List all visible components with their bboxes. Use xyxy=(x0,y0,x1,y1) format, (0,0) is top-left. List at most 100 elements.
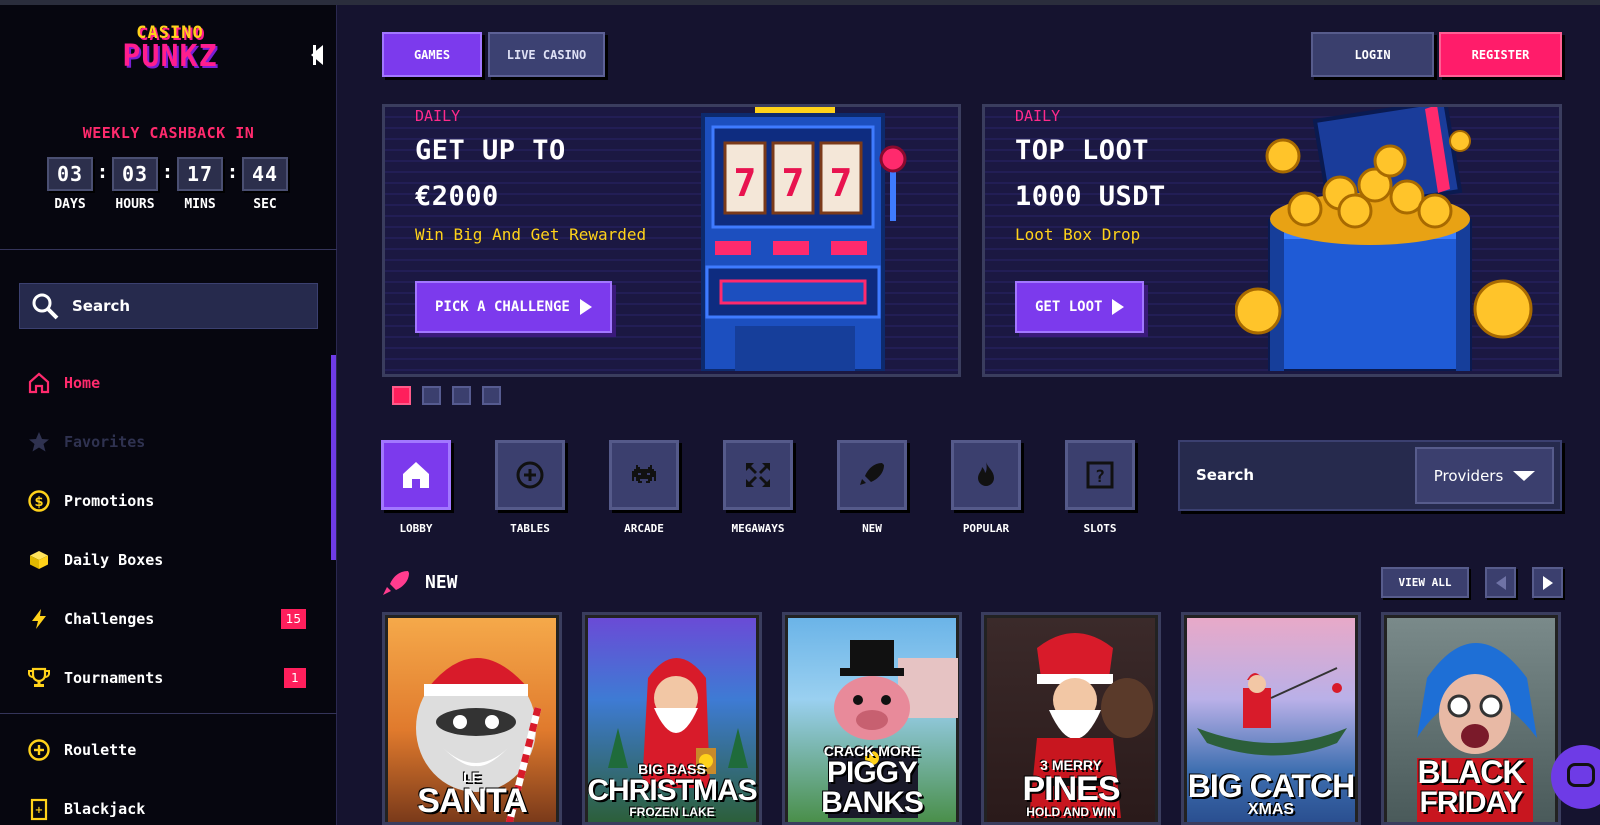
arrow-right-icon xyxy=(1542,575,1553,590)
cta-label: GET LOOT xyxy=(1035,299,1103,315)
carousel-dot-4[interactable] xyxy=(482,386,501,405)
promo-banner-loot[interactable]: DAILY TOP LOOT 1000 USDT Loot Box Drop G… xyxy=(982,104,1562,377)
category-tables[interactable]: TABLES xyxy=(495,440,565,535)
loot-chest-illustration xyxy=(1235,107,1533,371)
game-search-bar[interactable]: Search Providers xyxy=(1178,440,1562,511)
sidebar-search[interactable]: Search xyxy=(19,283,318,329)
category-lobby[interactable]: LOBBY xyxy=(381,440,451,535)
category-arcade[interactable]: ARCADE xyxy=(609,440,679,535)
hours-label: HOURS xyxy=(115,197,155,212)
game-search-label: Search xyxy=(1196,466,1255,484)
play-arrow-icon xyxy=(579,299,592,315)
game-tile[interactable]: BLACK FRIDAY xyxy=(1381,612,1561,825)
game-tile[interactable]: BIG CATCH XMAS xyxy=(1181,612,1361,825)
pick-challenge-button[interactable]: PICK A CHALLENGE xyxy=(415,281,612,333)
rocket-icon xyxy=(383,571,409,595)
game-tile[interactable]: LE SANTA xyxy=(382,612,562,825)
banner-tag: DAILY xyxy=(415,107,461,125)
sidebar-item-label: Favorites xyxy=(64,433,146,451)
category-label: NEW xyxy=(862,522,882,535)
carousel-dot-2[interactable] xyxy=(422,386,441,405)
category-label: LOBBY xyxy=(399,522,433,535)
sidebar-item-label: Home xyxy=(64,374,101,392)
space-invader-icon xyxy=(632,465,656,483)
blackjack-icon: + xyxy=(26,796,52,822)
home-icon xyxy=(26,370,52,396)
chat-bubble-icon xyxy=(1567,763,1595,787)
sidebar-item-challenges[interactable]: Challenges 15 xyxy=(26,605,306,633)
banner-subtitle: Win Big And Get Rewarded xyxy=(415,225,647,244)
promo-banner-challenge[interactable]: DAILY GET UP TO €2000 Win Big And Get Re… xyxy=(382,104,961,377)
register-button[interactable]: REGISTER xyxy=(1439,32,1562,77)
game-title-sub: HOLD AND WIN xyxy=(1026,805,1116,819)
banner-title: TOP LOOT xyxy=(1015,135,1150,166)
sidebar-divider xyxy=(0,713,337,714)
star-icon xyxy=(26,429,52,455)
category-popular[interactable]: POPULAR xyxy=(951,440,1021,535)
category-new[interactable]: NEW xyxy=(837,440,907,535)
previous-button[interactable] xyxy=(1485,567,1516,598)
sidebar-item-tournaments[interactable]: Tournaments 1 xyxy=(26,664,306,692)
sidebar-item-label: Blackjack xyxy=(64,800,146,818)
svg-text:7: 7 xyxy=(830,161,853,205)
sidebar: CASINO PUNKZ WEEKLY CASHBACK IN 03 DAYS :… xyxy=(0,5,337,825)
category-label: TABLES xyxy=(510,522,550,535)
providers-dropdown[interactable]: Providers xyxy=(1415,447,1554,504)
sidebar-scrollbar[interactable] xyxy=(331,355,336,560)
carousel-dot-1[interactable] xyxy=(392,386,411,405)
house-icon xyxy=(403,462,429,488)
collapse-sidebar-icon[interactable] xyxy=(311,45,323,65)
sidebar-item-home[interactable]: Home xyxy=(26,369,306,397)
tab-games[interactable]: GAMES xyxy=(382,32,482,77)
sidebar-item-daily-boxes[interactable]: Daily Boxes xyxy=(26,546,306,574)
sidebar-item-blackjack[interactable]: + Blackjack xyxy=(26,795,306,823)
banner-subtitle: Loot Box Drop xyxy=(1015,225,1141,244)
game-tile[interactable]: CRACK MORE PIGGY BANKS xyxy=(782,612,962,825)
game-title: CRACK MORE PIGGY BANKS xyxy=(785,744,959,818)
mins-value: 17 xyxy=(177,157,223,191)
game-tile[interactable]: 3 MERRY PINES HOLD AND WIN xyxy=(981,612,1161,825)
days-value: 03 xyxy=(47,157,93,191)
providers-label: Providers xyxy=(1433,466,1504,485)
challenges-count-badge: 15 xyxy=(280,609,306,629)
section-title-new: NEW xyxy=(425,572,458,593)
get-loot-button[interactable]: GET LOOT xyxy=(1015,281,1145,333)
banner-amount: €2000 xyxy=(415,181,499,212)
rocket-icon xyxy=(860,463,884,485)
trophy-icon xyxy=(26,665,52,691)
sidebar-item-promotions[interactable]: $ Promotions xyxy=(26,487,306,515)
sidebar-item-roulette[interactable]: Roulette xyxy=(26,736,306,764)
category-label: POPULAR xyxy=(962,522,1010,535)
category-label: SLOTS xyxy=(1083,522,1117,535)
roulette-icon xyxy=(26,737,52,763)
banner-title: GET UP TO xyxy=(415,135,566,166)
category-megaways[interactable]: MEGAWAYS xyxy=(723,440,793,535)
banner-tag: DAILY xyxy=(1015,107,1061,125)
next-button[interactable] xyxy=(1532,567,1563,598)
game-title-sub: XMAS xyxy=(1247,801,1295,818)
carousel-dot-3[interactable] xyxy=(452,386,471,405)
game-title: BIG CATCH XMAS xyxy=(1184,770,1358,818)
sidebar-item-favorites[interactable]: Favorites xyxy=(26,428,306,456)
play-arrow-icon xyxy=(1112,299,1125,315)
sidebar-search-label: Search xyxy=(72,297,131,315)
tab-live-casino[interactable]: LIVE CASINO xyxy=(488,32,605,77)
game-title-main: BLACK xyxy=(1417,754,1526,790)
casino-punkz-logo[interactable]: CASINO PUNKZ xyxy=(110,23,230,74)
svg-text:?: ? xyxy=(1095,467,1105,487)
game-tile[interactable]: BIG BASS CHRISTMAS FROZEN LAKE xyxy=(582,612,762,825)
flame-icon xyxy=(978,462,994,486)
svg-text:$: $ xyxy=(34,495,43,510)
timer-separator: : xyxy=(228,162,237,183)
lightning-icon xyxy=(26,606,52,632)
login-button[interactable]: LOGIN xyxy=(1311,32,1434,77)
sidebar-item-label: Challenges xyxy=(64,610,155,628)
chevron-down-icon xyxy=(1513,470,1536,481)
logo-line2: PUNKZ xyxy=(122,39,218,74)
category-slots[interactable]: ? SLOTS xyxy=(1065,440,1135,535)
sidebar-item-label: Promotions xyxy=(64,492,155,510)
arrow-left-icon xyxy=(1495,575,1506,590)
view-all-button[interactable]: VIEW ALL xyxy=(1381,567,1469,598)
game-title-main: CHRISTMAS xyxy=(587,774,757,807)
svg-text:7: 7 xyxy=(734,161,757,205)
